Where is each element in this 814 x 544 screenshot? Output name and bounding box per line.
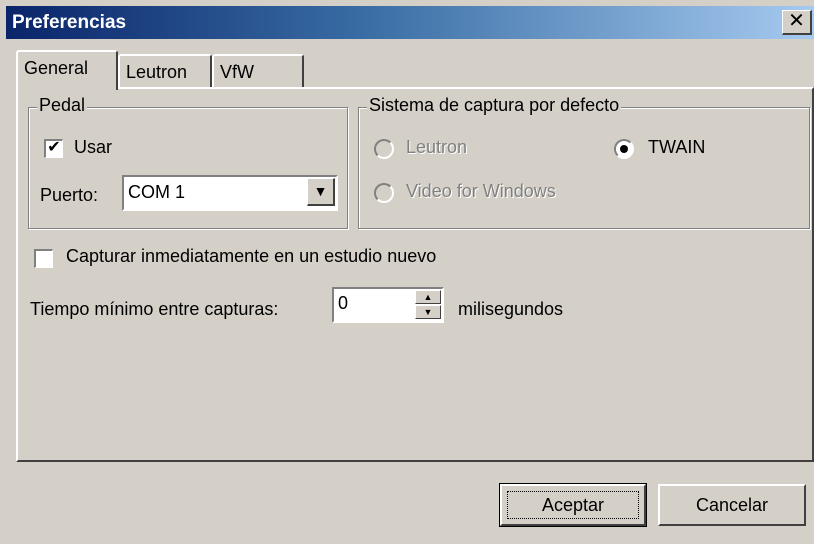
accept-button[interactable]: Aceptar [499,483,647,527]
tab-vfw-label: VfW [220,62,254,82]
capture-system-legend: Sistema de captura por defecto [367,95,622,116]
tab-leutron-label: Leutron [126,62,188,82]
tab-leutron[interactable]: Leutron [118,54,212,90]
min-time-stepper[interactable]: 0 ▲ ▼ [332,287,444,323]
radio-leutron-label: Leutron [406,137,468,157]
title-bar[interactable]: Preferencias ✕ [6,6,814,39]
close-icon: ✕ [788,10,805,32]
focus-rectangle [507,491,639,519]
radio-video-for-windows-label: Video for Windows [406,181,556,201]
pedal-legend: Pedal [37,95,88,116]
tab-general[interactable]: General [16,50,118,90]
capture-system-group: Sistema de captura por defecto [358,95,810,229]
use-pedal-checkbox[interactable]: ✔ [44,139,63,158]
min-time-label: Tiempo mínimo entre capturas: [30,299,279,319]
radio-twain-label: TWAIN [648,137,706,157]
capture-immediately-checkbox[interactable] [34,249,53,268]
chevron-down-icon: ▼ [313,183,328,199]
min-time-value[interactable]: 0 [338,293,348,314]
radio-leutron[interactable] [374,139,394,159]
tab-join [18,86,116,90]
tab-panel-general: Pedal ✔ Usar Puerto: COM 1 ▼ Sistema de … [16,87,814,462]
use-pedal-label: Usar [74,137,113,157]
tab-general-label: General [24,58,89,78]
window-title: Preferencias [12,12,127,33]
port-dropdown-button[interactable]: ▼ [307,178,335,206]
arrow-up-icon: ▲ [423,292,433,302]
checkmark-icon: ✔ [47,139,61,156]
stepper-up-button[interactable]: ▲ [415,290,441,304]
radio-selected-dot [620,145,628,153]
preferences-dialog: Preferencias ✕ General Leutron VfW Pedal… [0,0,814,544]
cancel-button[interactable]: Cancelar [658,484,806,526]
port-dropdown[interactable]: COM 1 ▼ [122,175,338,211]
radio-video-for-windows[interactable] [374,183,394,203]
close-button[interactable]: ✕ [782,10,812,35]
port-label: Puerto: [40,185,99,205]
radio-twain[interactable] [614,139,634,159]
capture-immediately-label: Capturar inmediatamente en un estudio nu… [66,246,437,266]
port-value: COM 1 [128,182,186,202]
stepper-down-button[interactable]: ▼ [415,305,441,319]
arrow-down-icon: ▼ [423,307,433,317]
min-time-unit: milisegundos [458,299,564,319]
cancel-button-label: Cancelar [695,495,769,515]
tab-vfw[interactable]: VfW [212,54,304,90]
